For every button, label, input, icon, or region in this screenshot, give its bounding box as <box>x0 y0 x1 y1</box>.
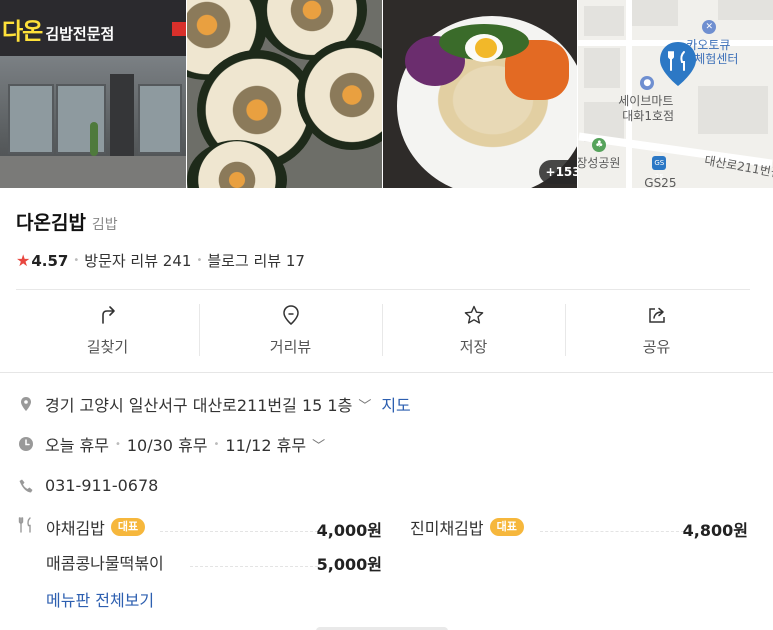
map-block <box>584 6 625 36</box>
address-text[interactable]: 경기 고양시 일산서구 대산로211번길 15 1층 <box>45 392 352 416</box>
location-pin-icon <box>21 397 31 411</box>
fork-knife-icon <box>18 517 31 533</box>
action-bar: 길찾기 거리뷰 저장 공유 <box>16 300 748 360</box>
park-icon: ♣ <box>592 138 607 152</box>
gimbap-photo[interactable] <box>186 0 382 188</box>
chevron-down-icon[interactable]: ﹀ <box>358 395 371 414</box>
address-row: 경기 고양시 일산서구 대산로211번길 15 1층 ﹀ 지도 <box>18 392 411 416</box>
map-label: 체험센터 <box>694 52 739 66</box>
rating-score: 4.57 <box>31 251 69 270</box>
rating-row: ★ 4.57 • 방문자 리뷰 241 • 블로그 리뷰 17 <box>16 250 305 271</box>
sign-main-text: 다온 <box>2 19 43 45</box>
divider <box>16 289 750 290</box>
place-title-row: 다온김밥 김밥 <box>16 208 118 235</box>
map-block <box>698 86 769 134</box>
clock-icon <box>19 437 33 451</box>
directions-icon <box>101 306 115 324</box>
sign-sub-text: 김밥전문점 <box>45 25 115 43</box>
hours-today[interactable]: 오늘 휴무 <box>45 432 109 456</box>
place-category: 김밥 <box>91 217 118 233</box>
menu-item-price: 4,000원 <box>316 521 382 540</box>
phone-row: 031-911-0678 <box>18 476 158 495</box>
view-full-menu-link[interactable]: 메뉴판 전체보기 <box>46 587 154 611</box>
hours-day: 11/12 휴무 <box>225 436 307 455</box>
phone-number[interactable]: 031-911-0678 <box>45 476 158 495</box>
star-filled-icon: ★ <box>16 251 31 270</box>
hours-row: 오늘 휴무 • 10/30 휴무 • 11/12 휴무 ﹀ <box>18 432 325 456</box>
storefront-photo[interactable]: 다온 김밥전문점 <box>0 0 186 188</box>
map-label: 장성공원 <box>578 156 621 170</box>
phone-icon <box>19 479 33 492</box>
sign-phone-plate <box>172 22 186 36</box>
separator-dot: • <box>196 255 203 266</box>
street-view-label: 거리뷰 <box>269 338 312 356</box>
menu-item[interactable]: 매콤콩나물떡볶이 <box>46 550 164 574</box>
map-block <box>584 48 621 88</box>
share-button[interactable]: 공유 <box>565 300 748 360</box>
signature-badge: 대표 <box>110 518 146 536</box>
map-label: 세이브마트 <box>618 94 674 108</box>
egg-yolk <box>474 38 497 58</box>
blog-reviews-link[interactable]: 블로그 리뷰 17 <box>207 250 305 271</box>
hours-day: 10/30 휴무 <box>126 436 208 455</box>
signature-badge: 대표 <box>489 518 524 536</box>
save-label: 저장 <box>459 338 488 356</box>
map-label: 대화1호점 <box>622 109 675 123</box>
street-view-button[interactable]: 거리뷰 <box>199 300 382 360</box>
pavement <box>0 156 186 188</box>
menu-item[interactable]: 진미채김밥 대표 <box>410 515 524 539</box>
star-outline-icon <box>464 305 483 324</box>
menu-item-price: 5,000원 <box>316 555 382 574</box>
share-icon <box>648 307 665 323</box>
menu-item-price: 4,800원 <box>682 521 748 540</box>
store-window <box>8 84 54 154</box>
map-pin-icon <box>660 42 697 86</box>
map-label: GS25 <box>644 176 677 188</box>
photo-strip: 다온 김밥전문점 +153 ✕ 카오토큐 체험센터 ● 세이브마트 대화1호점 … <box>0 0 773 188</box>
menu-item[interactable]: 야채김밥 대표 <box>46 515 146 539</box>
chevron-down-icon[interactable]: ﹀ <box>312 435 325 454</box>
bibimbap-photo[interactable]: +153 <box>382 0 578 188</box>
gas-station-icon: GS 25 <box>652 156 667 181</box>
place-name[interactable]: 다온김밥 <box>16 208 86 235</box>
experience-center-icon: ✕ <box>702 20 717 34</box>
separator-dot: • <box>114 438 121 450</box>
menu-item-name: 매콤콩나물떡볶이 <box>46 554 164 573</box>
visitor-reviews-link[interactable]: 방문자 리뷰 241 <box>84 250 191 271</box>
menu-item-name: 진미채김밥 <box>410 519 484 538</box>
directions-button[interactable]: 길찾기 <box>16 300 199 360</box>
menu-item-name: 야채김밥 <box>46 519 105 538</box>
map-thumbnail[interactable]: ✕ 카오토큐 체험센터 ● 세이브마트 대화1호점 ♣ 장성공원 대산로211번… <box>578 0 773 188</box>
directions-label: 길찾기 <box>86 338 129 356</box>
price-leader <box>160 531 318 532</box>
share-label: 공유 <box>642 338 671 356</box>
map-link[interactable]: 지도 <box>381 392 410 416</box>
save-button[interactable]: 저장 <box>382 300 565 360</box>
store-window <box>138 84 182 154</box>
location-pin-icon <box>282 305 299 325</box>
mart-icon: ● <box>640 76 655 90</box>
store-sign: 다온 김밥전문점 <box>0 0 186 56</box>
section-divider <box>0 372 773 373</box>
potted-plant <box>90 122 98 156</box>
more-photos-badge[interactable]: +153 <box>538 160 578 184</box>
store-window <box>56 84 106 154</box>
separator-dot: • <box>213 438 220 450</box>
map-block <box>718 0 773 20</box>
separator-dot: • <box>73 255 80 266</box>
map-block <box>632 0 679 26</box>
